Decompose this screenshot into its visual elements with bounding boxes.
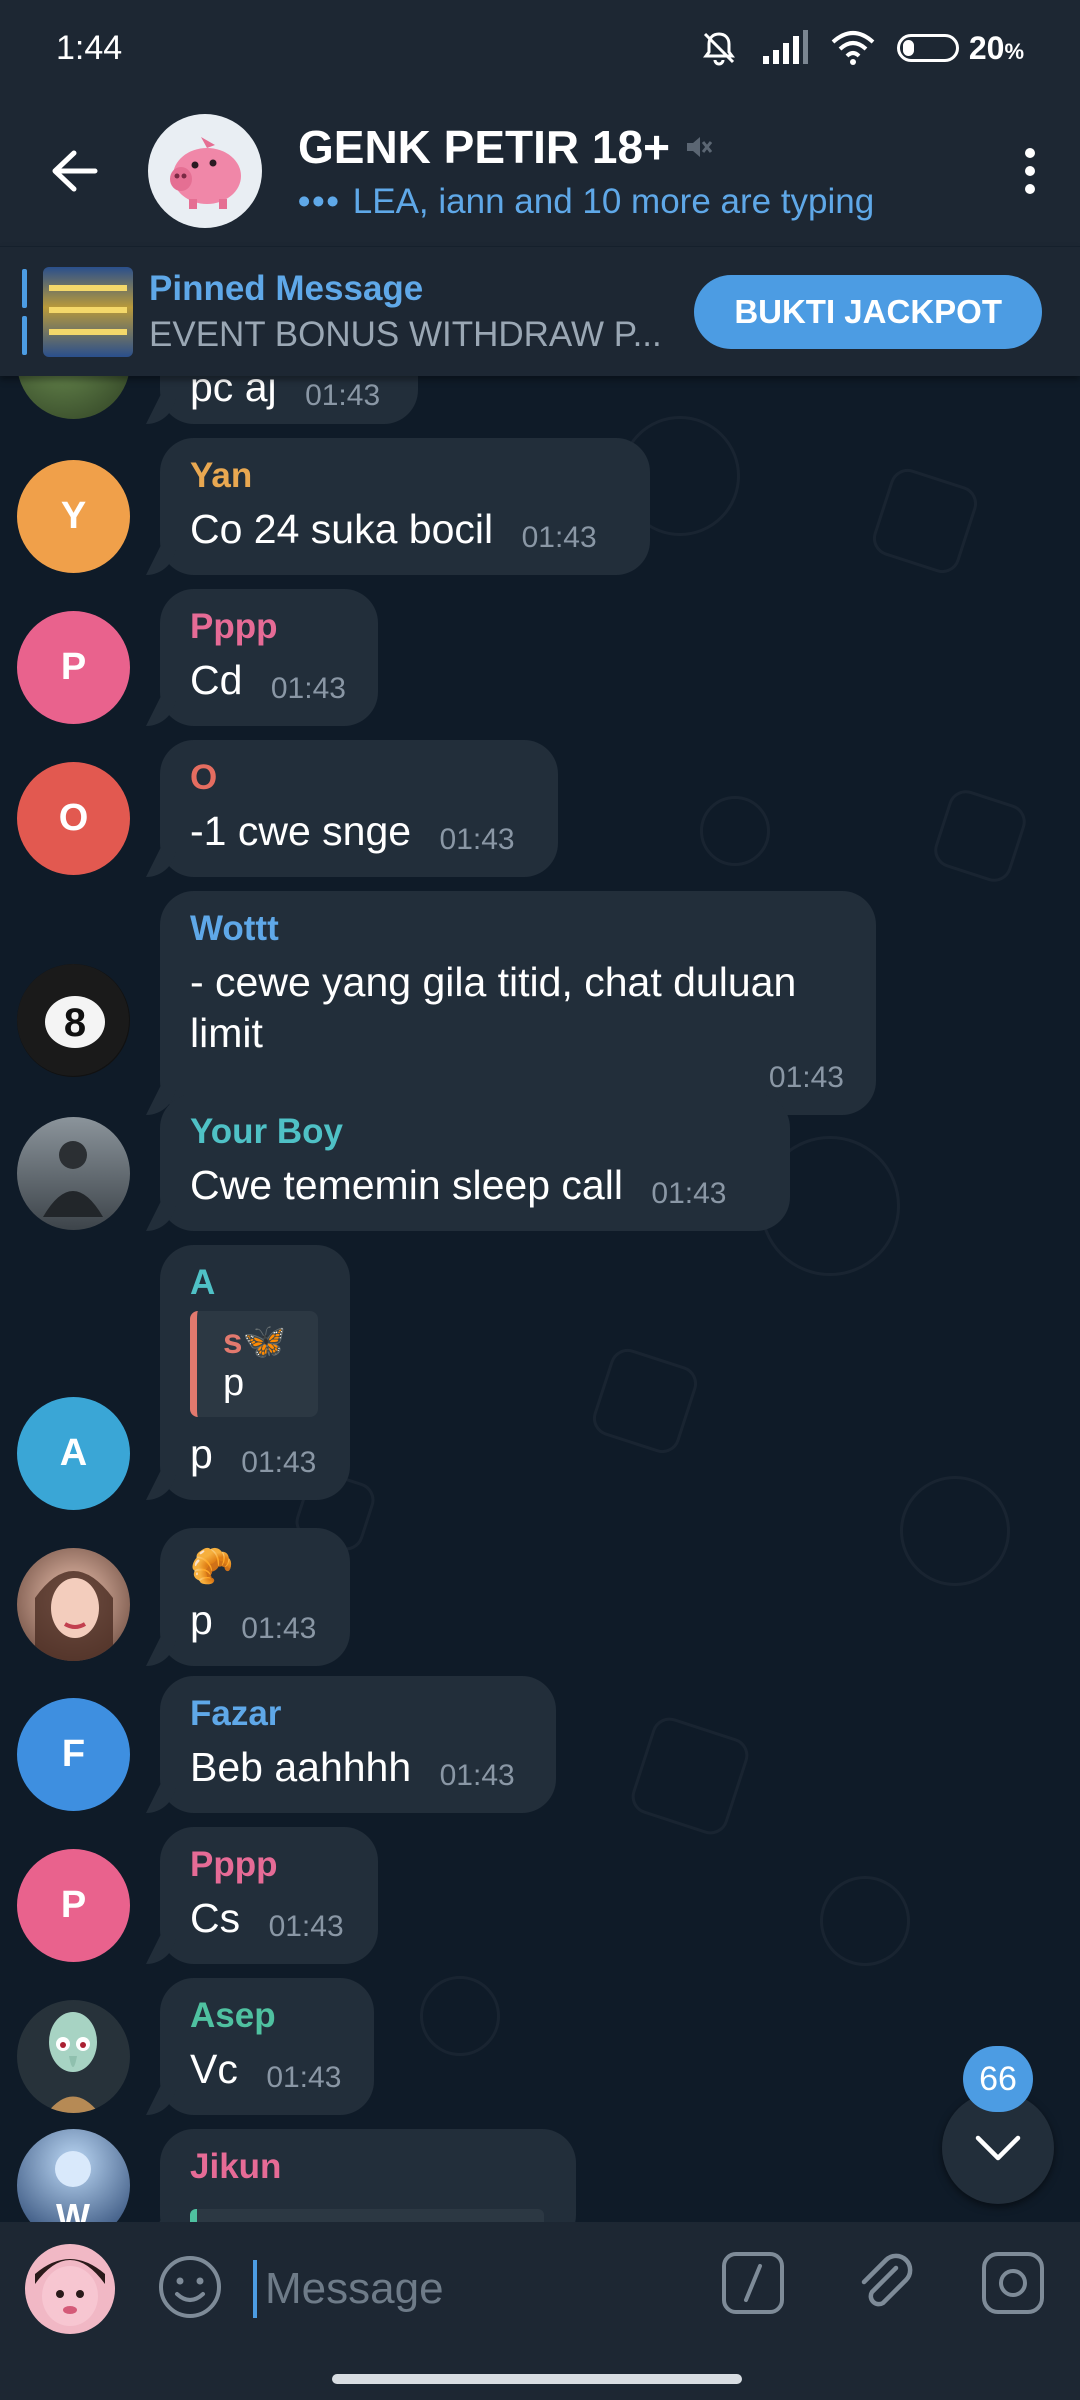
muted-speaker-icon — [686, 137, 712, 157]
sender-name[interactable]: Pppp — [190, 607, 346, 647]
message-time: 01:43 — [268, 1910, 344, 1943]
avatar[interactable]: W — [17, 2129, 130, 2222]
message-time: 01:43 — [270, 672, 346, 705]
emoji-button[interactable] — [157, 2254, 223, 2325]
message-text: Co 24 suka bocil — [190, 506, 494, 552]
sender-name[interactable]: Asep — [190, 1996, 342, 2036]
message-text: Beb aahhhh — [190, 1744, 412, 1790]
typing-dots-icon: ••• — [298, 182, 341, 221]
bukti-jackpot-button[interactable]: BUKTI JACKPOT — [694, 275, 1042, 349]
message-time: 01:43 — [651, 1177, 727, 1210]
message-text: Cs — [190, 1895, 241, 1941]
reply-sender: s🦋 — [223, 1322, 287, 1361]
message-text: p — [190, 1431, 213, 1477]
avatar[interactable]: F — [17, 1698, 130, 1811]
sender-name[interactable]: Pppp — [190, 1845, 346, 1885]
avatar[interactable]: O — [17, 762, 130, 875]
message-text: Cd — [190, 657, 243, 703]
reply-text: p — [223, 1362, 245, 1404]
sender-name[interactable]: O — [190, 758, 526, 798]
chat-header: GENK PETIR 18+ ••• LEA, iann and 10 more… — [0, 96, 1080, 246]
message-input-bar — [0, 2222, 1080, 2356]
message-text: Vc — [190, 2046, 238, 2092]
attach-button[interactable] — [852, 2250, 918, 2321]
sender-name[interactable]: Fazar — [190, 1694, 524, 1734]
person-w-photo-icon: W — [55, 2151, 91, 2222]
unread-count-badge: 66 — [963, 2046, 1033, 2112]
person-photo-icon — [43, 1141, 103, 1217]
message-time: 01:43 — [768, 1061, 844, 1094]
message-time: 01:43 — [266, 2061, 342, 2094]
message-time: 01:43 — [521, 521, 597, 554]
avatar[interactable]: P — [17, 611, 130, 724]
avatar-face-icon — [35, 2259, 105, 2326]
avatar[interactable] — [17, 1548, 130, 1661]
message-text: - cewe yang gila titid, chat duluan limi… — [190, 959, 797, 1056]
slash-command-icon — [722, 2252, 784, 2314]
camera-button[interactable] — [980, 2250, 1046, 2321]
avatar[interactable] — [17, 2000, 130, 2113]
pinned-thumbnail — [43, 266, 133, 357]
message-text: Cwe tememin sleep call — [190, 1162, 623, 1208]
svg-text:8: 8 — [64, 1001, 86, 1045]
camera-icon — [982, 2252, 1044, 2314]
status-time: 1:44 — [56, 28, 123, 67]
girl-photo-icon — [35, 1571, 113, 1661]
arrow-left-icon — [52, 150, 98, 192]
sender-name[interactable]: 🥐 — [190, 1546, 318, 1587]
more-options-button[interactable] — [980, 96, 1080, 246]
back-button[interactable] — [0, 96, 148, 246]
message-time: 01:43 — [241, 1612, 317, 1645]
message-time: 01:43 — [439, 823, 515, 856]
system-nav-bar — [0, 2356, 1080, 2400]
send-as-avatar[interactable] — [25, 2244, 115, 2334]
avatar[interactable]: Y — [17, 460, 130, 573]
avatar[interactable] — [17, 1117, 130, 1230]
signal-icon — [762, 30, 808, 64]
eight-ball-icon: 8 — [17, 964, 129, 1076]
sender-name[interactable]: Yan — [190, 456, 618, 496]
message-input[interactable] — [253, 2260, 693, 2318]
chat-title[interactable]: GENK PETIR 18+ — [298, 120, 980, 174]
squidward-avatar-icon — [47, 2012, 99, 2113]
paperclip-icon — [861, 2253, 913, 2307]
bot-commands-button[interactable] — [720, 2250, 786, 2321]
typing-status: ••• LEA, iann and 10 more are typing — [298, 182, 875, 221]
message-text: -1 cwe snge — [190, 808, 412, 854]
sender-name[interactable]: A — [190, 1263, 318, 1303]
status-bar: 1:44 20% — [0, 0, 1080, 96]
battery-indicator: 20% — [896, 30, 1024, 67]
avatar[interactable]: A — [17, 1397, 130, 1510]
reply-preview[interactable]: s🦋 p — [190, 1311, 318, 1417]
avatar[interactable]: P — [17, 1849, 130, 1962]
pinned-message-bar[interactable]: Pinned Message EVENT BONUS WITHDRAW P...… — [0, 246, 1080, 376]
message-text: p — [190, 1597, 213, 1643]
message-time: 01:43 — [439, 1759, 515, 1792]
message-time: 01:43 — [241, 1446, 317, 1479]
emoji-icon — [159, 2255, 221, 2318]
sender-name[interactable]: Jikun — [190, 2147, 544, 2187]
pinned-preview: EVENT BONUS WITHDRAW P... — [149, 314, 662, 354]
chevron-down-icon — [975, 2135, 1021, 2161]
message-list[interactable]: pc aj 01:43 Y Yan Co 24 suka bocil 01:43… — [0, 376, 1080, 2222]
svg-text:W: W — [56, 2196, 90, 2222]
home-indicator[interactable] — [332, 2374, 742, 2384]
group-avatar[interactable] — [148, 114, 262, 228]
wifi-icon — [831, 31, 875, 65]
more-vertical-icon — [1025, 148, 1035, 194]
avatar[interactable]: 8 — [17, 964, 130, 1077]
sender-name[interactable]: Wottt — [190, 909, 844, 949]
sender-name[interactable]: Your Boy — [190, 1112, 758, 1152]
pinned-indicator — [22, 268, 27, 355]
avatar[interactable] — [17, 376, 130, 419]
piggy-bank-icon — [170, 137, 241, 209]
bell-muted-icon — [702, 32, 735, 66]
pinned-title: Pinned Message — [149, 268, 424, 308]
